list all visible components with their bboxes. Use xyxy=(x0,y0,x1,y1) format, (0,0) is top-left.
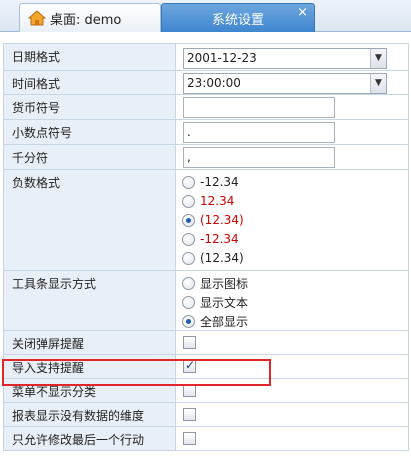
chevron-down-icon[interactable]: ▼ xyxy=(370,74,386,93)
negative-format-option[interactable]: (12.34) xyxy=(182,211,244,229)
menu-hide-category-label: 菜单不显示分类 xyxy=(4,379,176,402)
radio-button[interactable] xyxy=(182,175,195,189)
tab-desktop-label: 桌面: demo xyxy=(50,12,122,28)
negative-format-label: 负数格式 xyxy=(4,170,176,270)
thousands-separator-label: 千分符 xyxy=(4,145,176,169)
row-negative-format: 负数格式 -12.34 12.34 (12.34) -12.34 (12.34) xyxy=(4,170,408,271)
time-format-label: 时间格式 xyxy=(4,71,176,94)
radio-button[interactable] xyxy=(182,251,195,265)
currency-symbol-label: 货币符号 xyxy=(4,95,176,119)
toolbar-display-label: 工具条显示方式 xyxy=(4,271,176,330)
menu-hide-category-checkbox[interactable] xyxy=(183,384,196,397)
tab-system-settings-label: 系统设置 xyxy=(211,12,264,28)
only-edit-last-action-label: 只允许修改最后一个行动 xyxy=(4,427,176,450)
row-time-format: 时间格式 23:00:00 ▼ xyxy=(4,71,408,95)
radio-button-selected[interactable] xyxy=(182,314,195,328)
negative-format-option[interactable]: -12.34 xyxy=(182,230,239,248)
radio-button[interactable] xyxy=(182,232,195,246)
date-format-select[interactable]: 2001-12-23 ▼ xyxy=(183,48,387,69)
toolbar-display-option[interactable]: 全部显示 xyxy=(182,312,248,330)
radio-button[interactable] xyxy=(182,276,195,290)
decimal-symbol-label: 小数点符号 xyxy=(4,120,176,144)
report-show-empty-dimensions-checkbox[interactable] xyxy=(183,408,196,421)
tab-desktop[interactable]: 桌面: demo xyxy=(19,3,161,32)
close-icon[interactable]: × xyxy=(297,6,308,19)
import-support-reminder-checkbox[interactable] xyxy=(183,358,196,373)
report-show-empty-dimensions-label: 报表显示没有数据的维度 xyxy=(4,403,176,426)
toolbar-display-option[interactable]: 显示图标 xyxy=(182,274,248,292)
row-date-format: 日期格式 2001-12-23 ▼ xyxy=(4,44,408,71)
row-thousands-separator: 千分符 , xyxy=(4,145,408,170)
tab-bar: 桌面: demo 系统设置 × xyxy=(0,0,411,32)
negative-format-option[interactable]: -12.34 xyxy=(182,173,239,191)
radio-button-selected[interactable] xyxy=(182,213,195,227)
currency-symbol-input[interactable] xyxy=(183,97,335,118)
negative-format-option[interactable]: (12.34) xyxy=(182,249,244,267)
radio-button[interactable] xyxy=(182,295,195,309)
date-format-label: 日期格式 xyxy=(4,44,176,70)
close-popup-reminder-checkbox[interactable] xyxy=(183,336,196,349)
negative-format-option[interactable]: 12.34 xyxy=(182,192,234,210)
decimal-symbol-input[interactable]: . xyxy=(183,122,335,143)
row-toolbar-display: 工具条显示方式 显示图标 显示文本 全部显示 xyxy=(4,271,408,331)
home-icon xyxy=(28,10,46,26)
row-currency-symbol: 货币符号 xyxy=(4,95,408,120)
only-edit-last-action-checkbox[interactable] xyxy=(183,432,196,445)
chevron-down-icon[interactable]: ▼ xyxy=(370,49,386,68)
settings-form: 日期格式 2001-12-23 ▼ 时间格式 23:00:00 ▼ 货币符号 小… xyxy=(3,43,409,451)
close-popup-reminder-label: 关闭弹屏提醒 xyxy=(4,331,176,354)
toolbar-display-option[interactable]: 显示文本 xyxy=(182,293,248,311)
row-report-show-empty-dimensions: 报表显示没有数据的维度 xyxy=(4,403,408,427)
time-format-value: 23:00:00 xyxy=(187,76,241,90)
time-format-select[interactable]: 23:00:00 ▼ xyxy=(183,73,387,94)
row-only-edit-last-action: 只允许修改最后一个行动 xyxy=(4,427,408,451)
row-decimal-symbol: 小数点符号 . xyxy=(4,120,408,145)
date-format-value: 2001-12-23 xyxy=(187,51,257,65)
tab-system-settings[interactable]: 系统设置 × xyxy=(161,3,315,32)
thousands-separator-input[interactable]: , xyxy=(183,147,335,168)
row-menu-hide-category: 菜单不显示分类 xyxy=(4,379,408,403)
radio-button[interactable] xyxy=(182,194,195,208)
row-close-popup-reminder: 关闭弹屏提醒 xyxy=(4,331,408,355)
import-support-reminder-label: 导入支持提醒 xyxy=(4,355,176,378)
row-import-support-reminder: 导入支持提醒 xyxy=(4,355,408,379)
